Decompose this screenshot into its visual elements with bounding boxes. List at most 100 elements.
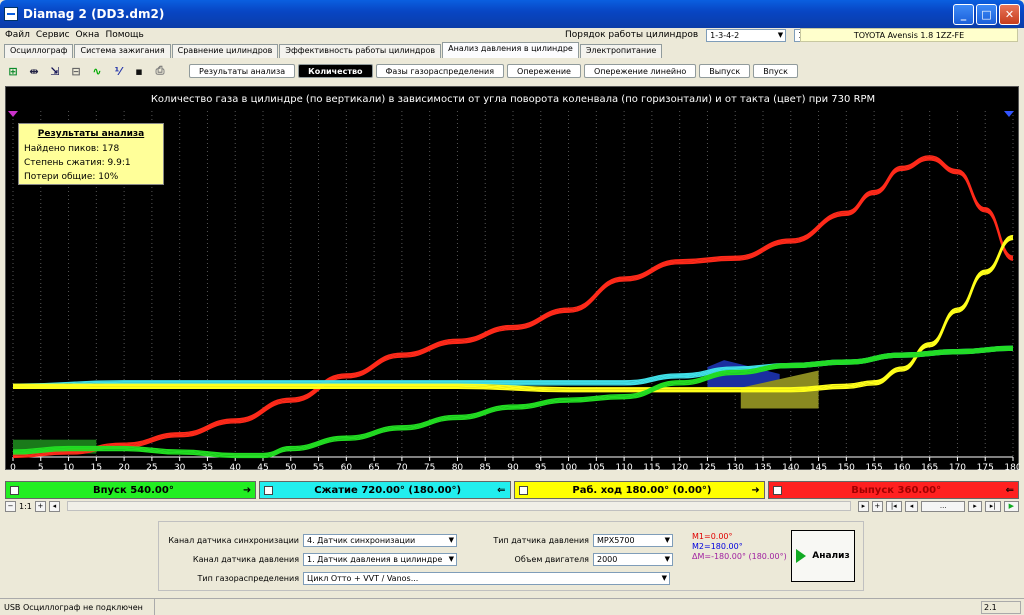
minimize-button[interactable]: _ [953,4,974,25]
marker-m1: M1=0.00° [692,532,733,541]
save-icon[interactable]: ▪ [130,62,148,80]
marker-readout: M1=0.00° M2=180.00° ΔM=-180.00° (180.00°… [692,532,787,562]
play-icon [796,549,807,563]
zoom-in-icon[interactable]: + [34,500,46,512]
analyze-label: Анализ [812,551,850,561]
subtab-0[interactable]: Результаты анализа [189,64,296,78]
maximize-button[interactable]: □ [976,4,997,25]
car-select[interactable]: TOYOTA Avensis 1.8 1ZZ-FE [800,28,1018,42]
analyze-button[interactable]: Анализ [791,530,855,582]
engine-volume-select[interactable]: 2000 ▼ [593,553,673,566]
subtab-1[interactable]: Количество [298,64,373,78]
gas-distribution-value: Цикл Отто + VVT / Vanos... [307,574,419,583]
chevron-down-icon: ▼ [448,555,454,563]
zoom-out-icon[interactable]: − [5,500,16,512]
gas-distribution-row: Тип газораспределения Цикл Отто + VVT / … [165,572,670,585]
phase-checkbox[interactable] [10,485,19,495]
phase-3[interactable]: Выпуск 360.00° ⇐ [767,481,1019,499]
sensor-type-row: Тип датчика давления MPX5700 ▼ [477,534,673,547]
phase-checkbox[interactable] [518,485,528,495]
subtab-5[interactable]: Выпуск [699,64,751,78]
x-tick-label: 50 [285,463,297,471]
last-button[interactable]: ▸| [984,500,1001,512]
chevron-down-icon: ▼ [661,574,667,582]
x-tick-label: 105 [588,463,605,471]
nav-ellipsis[interactable]: ... [921,500,966,512]
play-icon[interactable]: ▶ [1003,500,1019,512]
tab-3[interactable]: Эффективность работы цилиндров [279,44,442,58]
pressure-channel-select[interactable]: 1. Датчик давления в цилиндре ▼ [303,553,457,566]
menu-service[interactable]: Сервис [36,30,70,40]
results-heading: Результаты анализа [37,129,145,139]
phase-checkbox[interactable] [264,485,274,495]
x-tick-label: 160 [893,463,910,471]
x-tick-label: 165 [921,463,938,471]
phase-checkbox[interactable] [772,485,782,495]
subtab-3[interactable]: Опережение [507,64,581,78]
phase-0[interactable]: Впуск 540.00° ➜ [5,481,257,499]
marker-delta: ΔM=-180.00° (180.00°) [692,552,787,561]
sync-channel-select[interactable]: 4. Датчик синхронизации ▼ [303,534,457,547]
horizontal-scrollbar[interactable] [66,501,851,511]
x-tick-label: 90 [507,463,519,471]
x-tick-label: 15 [91,463,102,471]
x-tick-label: 110 [616,463,633,471]
phase-label: Выпуск 360.00° [851,484,942,496]
status-bar: USB Осциллограф не подключен 2.1 [0,598,1024,615]
car-value: TOYOTA Avensis 1.8 1ZZ-FE [853,30,965,40]
auto-icon[interactable]: ⇲ [46,62,64,80]
gas-distribution-select[interactable]: Цикл Отто + VVT / Vanos... ▼ [303,572,670,585]
algo-icon[interactable]: ⅟ [109,62,127,80]
marker-m1-icon[interactable] [8,111,18,117]
sensor-type-select[interactable]: MPX5700 ▼ [593,534,673,547]
x-tick-label: 85 [479,463,490,471]
scroll-left-icon[interactable]: ◂ [48,500,60,512]
results-peaks: Найдено пиков: 178 [24,144,120,154]
sensor-type-label: Тип датчика давления [493,536,589,545]
phase-2[interactable]: Раб. ход 180.00° (0.00°) ➜ [513,481,765,499]
subtab-4[interactable]: Опережение линейно [583,64,697,78]
x-tick-label: 135 [754,463,771,471]
curve-icon[interactable]: ∿ [88,62,106,80]
subtab-6[interactable]: Впуск [753,64,798,78]
scroll-right-icon[interactable]: ▸ [857,500,869,512]
prev-button[interactable]: ◂ [904,500,919,512]
stroke-phases: Впуск 540.00° ➜ Сжатие 720.00° (180.00°) ⇐ Р… [5,481,1019,499]
x-tick-label: 55 [313,463,324,471]
x-tick-label: 175 [977,463,994,471]
tab-5[interactable]: Электропитание [579,44,663,58]
x-tick-label: 25 [146,463,157,471]
phase-label: Впуск 540.00° [93,484,174,496]
menu-file[interactable]: Файл [5,30,30,40]
marker-m2-icon[interactable] [1004,111,1014,117]
print-icon[interactable]: ⎙ [151,62,169,80]
x-tick-label: 180 [1004,463,1020,471]
phase-1[interactable]: Сжатие 720.00° (180.00°) ⇐ [259,481,511,499]
pressure-channel-label: Канал датчика давления [192,555,299,564]
sensor-type-value: MPX5700 [597,536,635,545]
first-button[interactable]: |◂ [885,500,902,512]
x-tick-label: 10 [63,463,75,471]
subtab-2[interactable]: Фазы газораспределения [375,64,505,78]
auto-scale-icon[interactable]: ⊞ [4,62,22,80]
tab-4[interactable]: Анализ давления в цилиндре [442,42,579,58]
x-tick-label: 20 [118,463,130,471]
scroll-row: − 1:1 + ◂ ▸ + |◂ ◂ ... ▸ ▸| ▶ [5,500,1019,512]
cylinder-order-select[interactable]: 1-3-4-2 ▼ [706,28,787,42]
x-tick-label: 5 [38,463,44,471]
next-button[interactable]: ▸ [968,500,982,512]
x-tick-label: 0 [10,463,16,471]
zoom-level: 1:1 [19,501,32,511]
grid-icon[interactable]: ⊟ [67,62,85,80]
tab-1[interactable]: Система зажигания [74,44,171,58]
series-0-line [12,159,1014,459]
x1024-icon[interactable]: ⇹ [25,62,43,80]
tab-0[interactable]: Осциллограф [4,44,74,58]
add-icon[interactable]: + [871,500,883,512]
menu-windows[interactable]: Окна [76,30,100,40]
tab-2[interactable]: Сравнение цилиндров [171,44,279,58]
menu-help[interactable]: Помощь [105,30,143,40]
close-button[interactable]: ✕ [999,4,1020,25]
results-box: Результаты анализа Найдено пиков: 178 Ст… [18,123,164,185]
chevron-down-icon: ▼ [448,536,454,544]
